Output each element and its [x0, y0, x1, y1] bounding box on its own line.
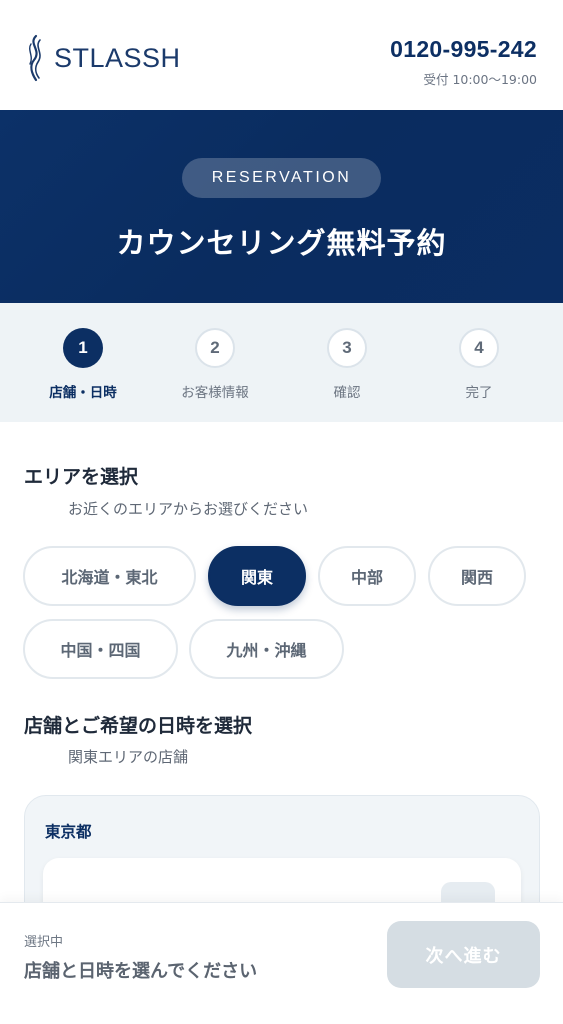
store-section-subtitle: 関東エリアの店舗: [68, 748, 189, 766]
area-chip-hokkaido-tohoku[interactable]: 北海道・東北: [23, 546, 196, 606]
brand-logo[interactable]: STLASSH: [24, 34, 181, 82]
selection-caption: 選択中: [24, 935, 64, 950]
step-number: 3: [327, 328, 367, 368]
logo-mark-icon: [29, 34, 41, 82]
area-section-title: エリアを選択: [24, 466, 139, 488]
area-chip-kyushu-okinawa[interactable]: 九州・沖縄: [189, 619, 344, 679]
step-1: 1 店舗・日時: [28, 328, 138, 401]
selection-value: 店舗と日時を選んでください: [24, 961, 258, 982]
next-button[interactable]: 次へ進む: [387, 921, 540, 988]
hero-banner: RESERVATION カウンセリング無料予約: [0, 110, 563, 303]
step-2: 2 お客様情報: [160, 328, 270, 401]
step-number: 1: [63, 328, 103, 368]
reception-hours: 受付 10:00〜19:00: [423, 72, 537, 87]
progress-steps: 1 店舗・日時 2 お客様情報 3 確認 4 完了: [0, 303, 563, 422]
area-chip-kansai[interactable]: 関西: [428, 546, 526, 606]
step-label: 完了: [465, 385, 493, 401]
store-section-title: 店舗とご希望の日時を選択: [24, 715, 253, 737]
step-label: お客様情報: [181, 385, 249, 401]
step-4: 4 完了: [424, 328, 534, 401]
area-chip-chugoku-shikoku[interactable]: 中国・四国: [23, 619, 178, 679]
page-title: カウンセリング無料予約: [116, 226, 447, 260]
area-chip-chubu[interactable]: 中部: [318, 546, 416, 606]
step-number: 2: [195, 328, 235, 368]
step-label: 確認: [333, 385, 361, 401]
phone-contact[interactable]: 0120-995-242 受付 10:00〜19:00: [390, 36, 537, 88]
site-header: STLASSH 0120-995-242 受付 10:00〜19:00: [0, 0, 563, 110]
reservation-badge: RESERVATION: [182, 158, 381, 198]
area-chip-kanto[interactable]: 関東: [208, 546, 306, 606]
step-3: 3 確認: [292, 328, 402, 401]
step-label: 店舗・日時: [49, 385, 117, 401]
prefecture-label: 東京都: [45, 823, 92, 841]
brand-name: STLASSH: [54, 42, 181, 73]
step-number: 4: [459, 328, 499, 368]
bottom-action-bar: 選択中 店舗と日時を選んでください 次へ進む: [0, 902, 563, 1024]
area-section-subtitle: お近くのエリアからお選びください: [68, 500, 309, 518]
phone-number[interactable]: 0120-995-242: [390, 36, 537, 63]
